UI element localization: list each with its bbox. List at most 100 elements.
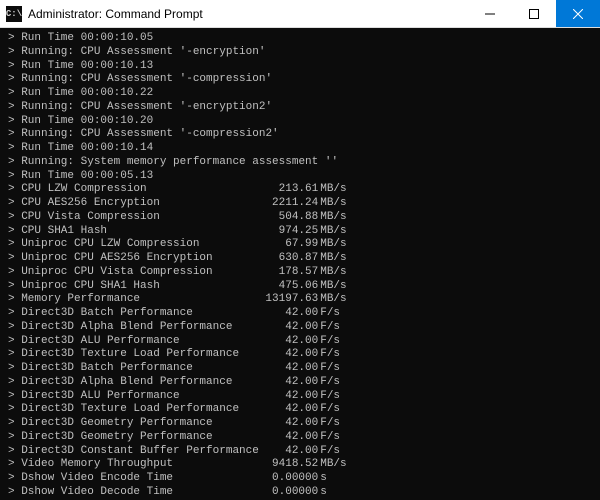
result-value: 42.00 (246, 362, 319, 376)
result-label: Direct3D ALU Performance (21, 390, 245, 404)
result-line: Direct3D Alpha Blend Performance42.00F/s (8, 376, 592, 390)
close-button[interactable] (556, 0, 600, 27)
command-prompt-window: C:\ Administrator: Command Prompt Run Ti… (0, 0, 600, 500)
result-unit: F/s (318, 321, 340, 335)
result-unit: F/s (318, 307, 340, 321)
result-label: CPU AES256 Encryption (21, 197, 245, 211)
output-line: Run Time 00:00:05.13 (8, 170, 592, 184)
result-line: Direct3D ALU Performance42.00F/s (8, 335, 592, 349)
output-line: Run Time 00:00:10.20 (8, 115, 592, 129)
result-value: 42.00 (246, 403, 319, 417)
result-line: Uniproc CPU SHA1 Hash475.06MB/s (8, 280, 592, 294)
result-label: Direct3D Texture Load Performance (21, 348, 245, 362)
result-unit: MB/s (318, 183, 346, 197)
result-value: 504.88 (246, 211, 319, 225)
result-line: Direct3D Geometry Performance42.00F/s (8, 417, 592, 431)
result-unit: F/s (318, 348, 340, 362)
result-unit: s (318, 472, 327, 486)
result-label: Uniproc CPU LZW Compression (21, 238, 245, 252)
result-label: Direct3D Constant Buffer Performance (21, 445, 245, 459)
result-label: Direct3D Alpha Blend Performance (21, 321, 245, 335)
output-line: Running: CPU Assessment '-encryption2' (8, 101, 592, 115)
result-label: Direct3D Batch Performance (21, 307, 245, 321)
result-line: CPU Vista Compression504.88MB/s (8, 211, 592, 225)
result-line: Direct3D Texture Load Performance42.00F/… (8, 403, 592, 417)
window-title: Administrator: Command Prompt (28, 7, 203, 21)
result-value: 974.25 (246, 225, 319, 239)
result-value: 42.00 (246, 390, 319, 404)
result-label: CPU Vista Compression (21, 211, 245, 225)
result-unit: F/s (318, 390, 340, 404)
result-value: 630.87 (246, 252, 319, 266)
result-value: 2211.24 (246, 197, 319, 211)
titlebar[interactable]: C:\ Administrator: Command Prompt (0, 0, 600, 28)
title-left: C:\ Administrator: Command Prompt (0, 6, 203, 22)
result-unit: F/s (318, 376, 340, 390)
close-icon (573, 9, 583, 19)
result-value: 42.00 (246, 307, 319, 321)
result-label: Uniproc CPU AES256 Encryption (21, 252, 245, 266)
window-controls (468, 0, 600, 27)
result-unit: MB/s (318, 238, 346, 252)
result-line: CPU AES256 Encryption2211.24MB/s (8, 197, 592, 211)
result-value: 13197.63 (246, 293, 319, 307)
result-unit: MB/s (318, 211, 346, 225)
result-unit: MB/s (318, 225, 346, 239)
minimize-icon (485, 9, 495, 19)
result-line: Direct3D Constant Buffer Performance42.0… (8, 445, 592, 459)
terminal-output[interactable]: Run Time 00:00:10.05Running: CPU Assessm… (0, 28, 600, 500)
result-unit: MB/s (318, 266, 346, 280)
cmd-icon: C:\ (6, 6, 22, 22)
result-label: Dshow Video Decode Time (21, 486, 245, 500)
result-value: 42.00 (246, 417, 319, 431)
result-unit: MB/s (318, 458, 346, 472)
result-label: Direct3D Texture Load Performance (21, 403, 245, 417)
result-value: 42.00 (246, 335, 319, 349)
result-value: 42.00 (246, 348, 319, 362)
result-value: 475.06 (246, 280, 319, 294)
output-line: Run Time 00:00:10.22 (8, 87, 592, 101)
result-unit: MB/s (318, 293, 346, 307)
result-line: CPU LZW Compression213.61MB/s (8, 183, 592, 197)
result-unit: F/s (318, 403, 340, 417)
result-line: Uniproc CPU LZW Compression67.99MB/s (8, 238, 592, 252)
output-line: Run Time 00:00:10.13 (8, 60, 592, 74)
result-line: Memory Performance13197.63MB/s (8, 293, 592, 307)
result-label: Uniproc CPU SHA1 Hash (21, 280, 245, 294)
result-line: Direct3D Alpha Blend Performance42.00F/s (8, 321, 592, 335)
result-unit: MB/s (318, 252, 346, 266)
output-line: Running: System memory performance asses… (8, 156, 592, 170)
maximize-button[interactable] (512, 0, 556, 27)
result-unit: F/s (318, 445, 340, 459)
result-value: 42.00 (246, 376, 319, 390)
output-line: Running: CPU Assessment '-encryption' (8, 46, 592, 60)
result-line: Video Memory Throughput9418.52MB/s (8, 458, 592, 472)
result-label: Direct3D Batch Performance (21, 362, 245, 376)
result-unit: F/s (318, 362, 340, 376)
result-line: Direct3D ALU Performance42.00F/s (8, 390, 592, 404)
result-line: CPU SHA1 Hash974.25MB/s (8, 225, 592, 239)
result-line: Uniproc CPU AES256 Encryption630.87MB/s (8, 252, 592, 266)
result-value: 9418.52 (246, 458, 319, 472)
result-unit: F/s (318, 335, 340, 349)
result-line: Dshow Video Decode Time0.00000s (8, 486, 592, 500)
result-unit: MB/s (318, 280, 346, 294)
result-label: CPU SHA1 Hash (21, 225, 245, 239)
result-unit: F/s (318, 431, 340, 445)
result-value: 42.00 (246, 445, 319, 459)
result-line: Direct3D Geometry Performance42.00F/s (8, 431, 592, 445)
result-label: Direct3D Alpha Blend Performance (21, 376, 245, 390)
output-line: Running: CPU Assessment '-compression2' (8, 128, 592, 142)
result-unit: s (318, 486, 327, 500)
minimize-button[interactable] (468, 0, 512, 27)
result-value: 0.00000 (246, 486, 319, 500)
output-line: Run Time 00:00:10.05 (8, 32, 592, 46)
result-label: Direct3D ALU Performance (21, 335, 245, 349)
result-value: 213.61 (246, 183, 319, 197)
result-label: Memory Performance (21, 293, 245, 307)
result-value: 42.00 (246, 321, 319, 335)
result-line: Direct3D Texture Load Performance42.00F/… (8, 348, 592, 362)
result-line: Direct3D Batch Performance42.00F/s (8, 307, 592, 321)
result-value: 67.99 (246, 238, 319, 252)
result-line: Direct3D Batch Performance42.00F/s (8, 362, 592, 376)
